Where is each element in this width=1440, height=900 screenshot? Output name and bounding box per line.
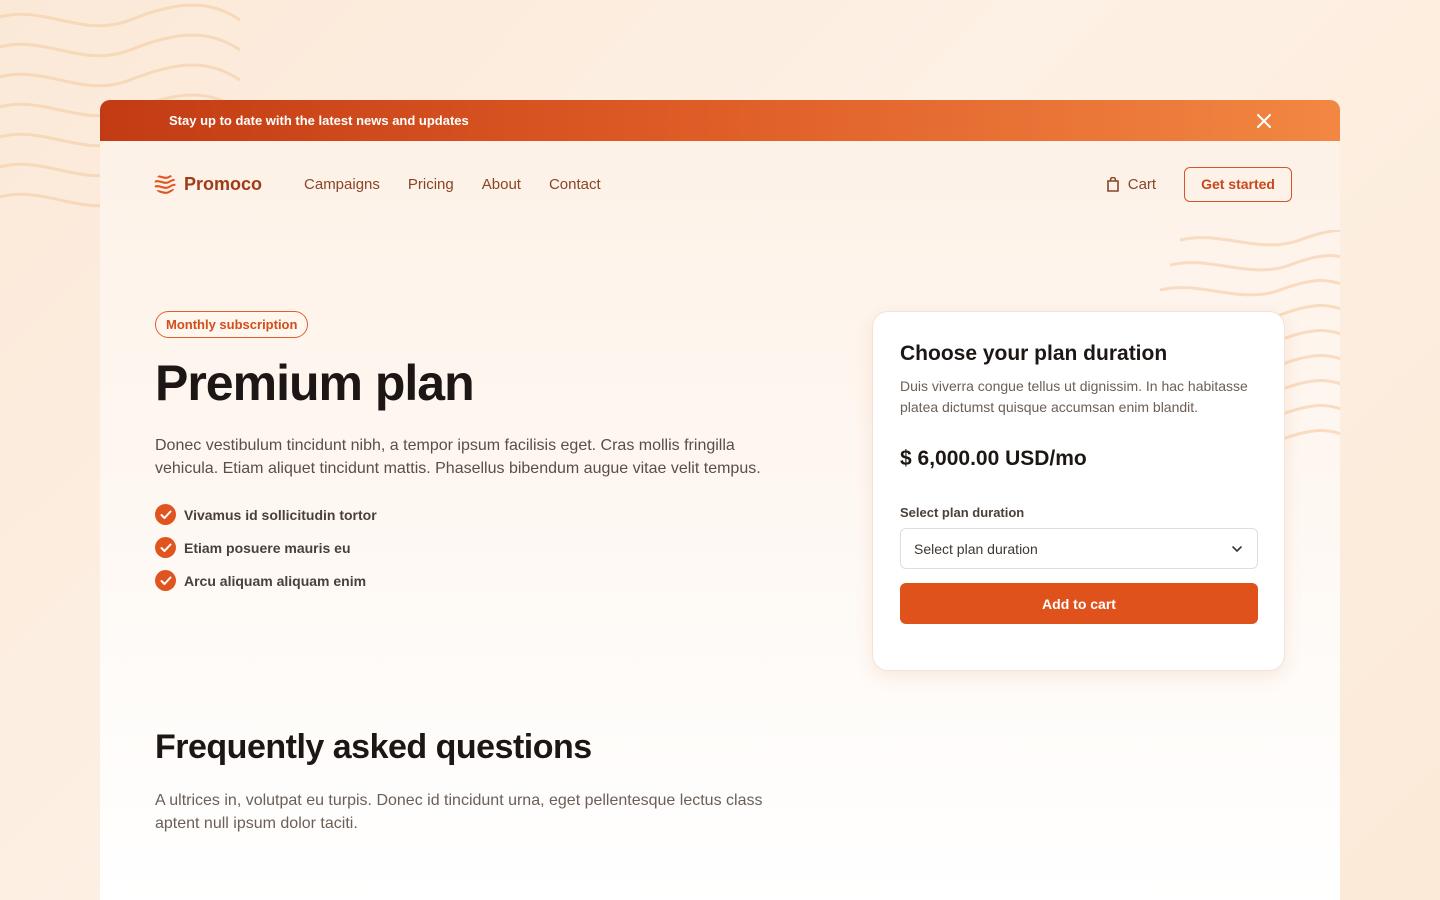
faq-section: Frequently asked questions A ultrices in… [155,728,795,835]
nav-link-about[interactable]: About [482,176,521,193]
check-icon [155,504,176,525]
card-title: Choose your plan duration [900,342,1168,365]
nav-links: Campaigns Pricing About Contact [304,176,601,193]
check-icon [155,537,176,558]
plan-duration-select[interactable]: Select plan duration [900,528,1258,569]
faq-description: A ultrices in, volutpat eu turpis. Donec… [155,792,763,832]
brand-logo[interactable]: Promoco [154,173,262,195]
announcement-text: Stay up to date with the latest news and… [169,113,469,128]
nav-link-campaigns[interactable]: Campaigns [304,176,380,193]
feature-item: Etiam posuere mauris eu [155,537,805,558]
page-title: Premium plan [155,355,475,411]
feature-list: Vivamus id sollicitudin tortor Etiam pos… [155,504,805,591]
subscription-badge: Monthly subscription [155,311,309,338]
plan-duration-card: Choose your plan duration Duis viverra c… [872,311,1285,671]
brand-name: Promoco [184,173,263,194]
feature-item: Vivamus id sollicitudin tortor [155,504,805,525]
page-frame: Stay up to date with the latest news and… [100,100,1340,900]
shopping-bag-icon [1106,176,1119,192]
logo-icon [154,173,176,194]
cart-label: Cart [1127,175,1157,193]
add-to-cart-button[interactable]: Add to cart [900,583,1258,624]
plan-duration-value: Select plan duration [914,540,1038,557]
hero-section: Monthly subscription Premium plan Donec … [155,311,805,591]
check-icon [155,570,176,591]
faq-title: Frequently asked questions [155,728,592,766]
announcement-banner: Stay up to date with the latest news and… [100,100,1340,141]
nav-link-contact[interactable]: Contact [549,176,601,193]
close-icon[interactable] [1256,113,1272,129]
nav-link-pricing[interactable]: Pricing [408,176,454,193]
hero-description: Donec vestibulum tincidunt nibh, a tempo… [155,437,761,477]
get-started-button[interactable]: Get started [1184,166,1292,202]
feature-label: Etiam posuere mauris eu [184,539,351,556]
plan-price: $ 6,000.00 USD/mo [900,447,1087,470]
feature-label: Vivamus id sollicitudin tortor [184,506,377,523]
cart-link[interactable]: Cart [1106,176,1156,193]
chevron-down-icon [1232,545,1242,552]
nav-actions: Cart Get started [1106,166,1292,202]
card-description: Duis viverra congue tellus ut dignissim.… [900,378,1248,415]
top-navigation: Promoco Campaigns Pricing About Contact … [100,141,1340,227]
feature-label: Arcu aliquam aliquam enim [184,572,367,589]
feature-item: Arcu aliquam aliquam enim [155,570,805,591]
plan-duration-label: Select plan duration [900,505,1025,520]
